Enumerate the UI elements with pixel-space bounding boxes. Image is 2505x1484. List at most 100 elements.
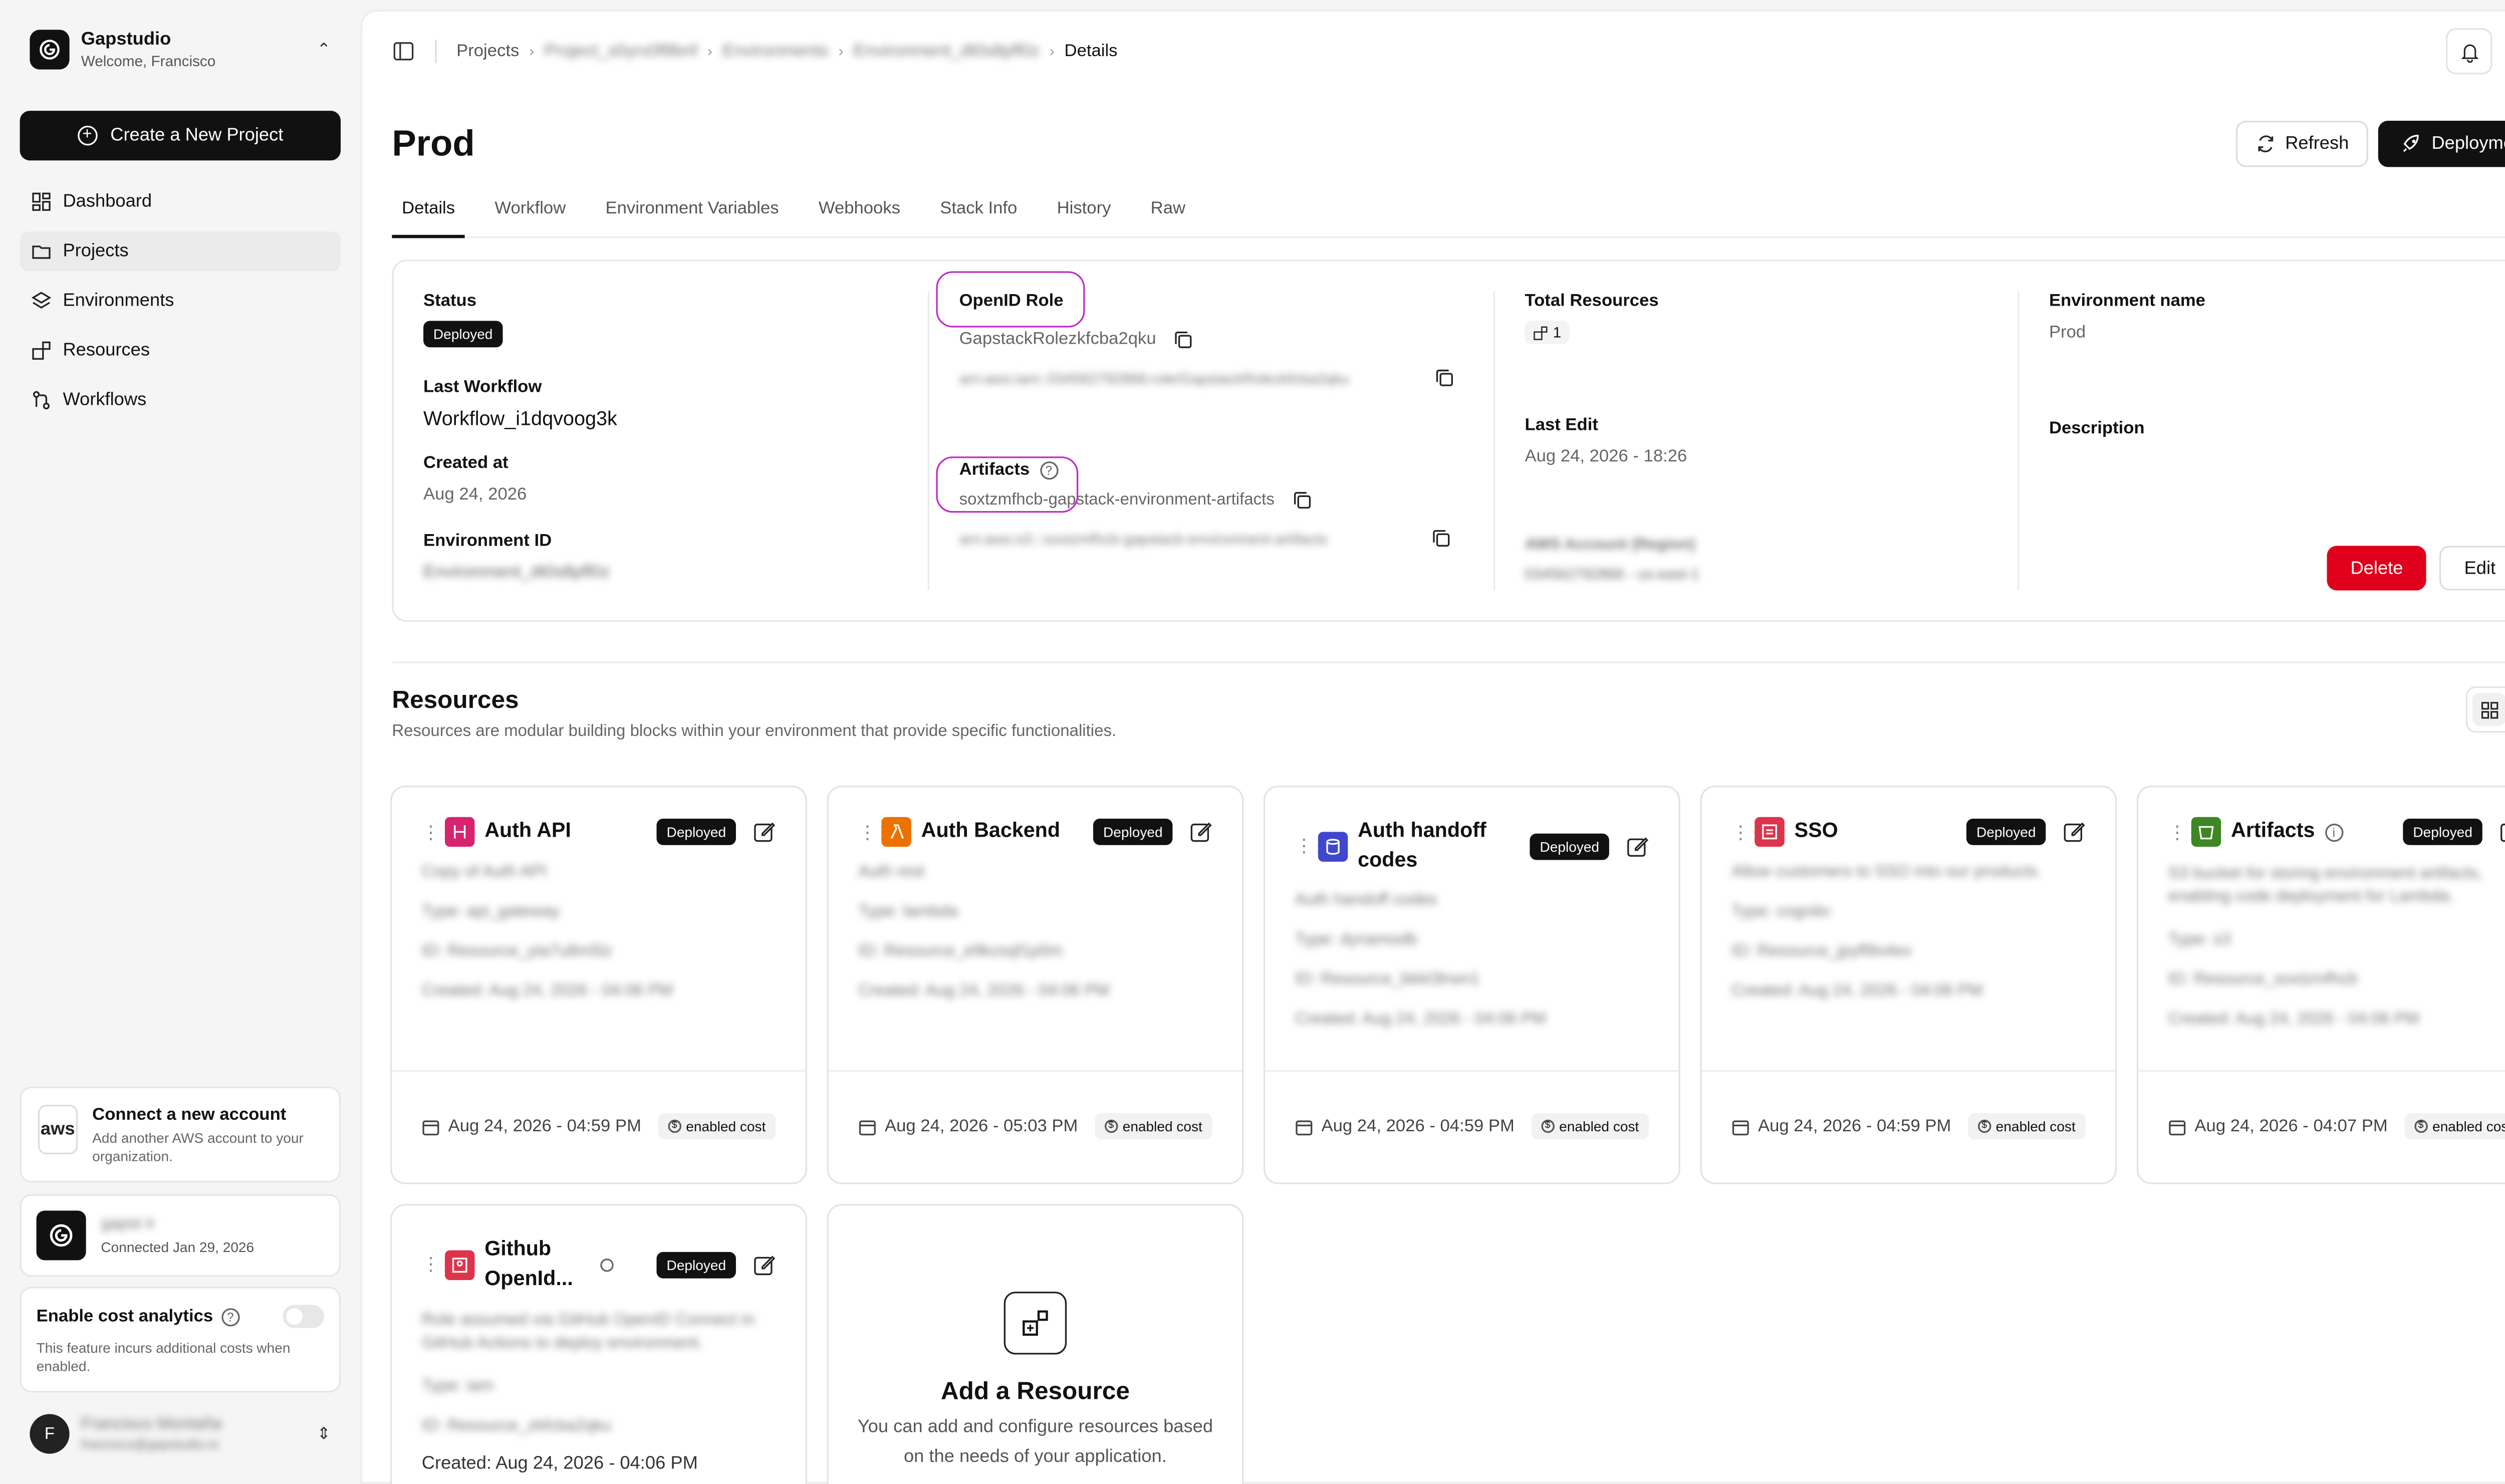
- workspace-switcher[interactable]: Gapstudio Welcome, Francisco ⌃: [20, 0, 341, 99]
- resource-id: ID: Resource_bkkt3lrwn1: [1295, 970, 1480, 989]
- sidebar-nav: Dashboard Projects Environments Resource…: [20, 182, 341, 420]
- status-badge: Deployed: [423, 321, 503, 348]
- resource-card-auth-handoff-codes[interactable]: ⋮⋮ Auth handoff codes Deployed Auth hand…: [1263, 785, 1680, 1184]
- edit-icon[interactable]: [753, 820, 776, 843]
- openid-role-arn: arn:aws:iam::034562792866:role/GapstackR…: [959, 369, 1349, 386]
- drag-handle-icon[interactable]: ⋮⋮: [422, 1254, 455, 1275]
- avatar: F: [30, 1414, 70, 1454]
- add-resource-card[interactable]: Add a Resource You can add and configure…: [827, 1204, 1244, 1484]
- sidebar-item-label: Resources: [63, 341, 150, 361]
- enabled-cost-badge: $ enabled cost: [1094, 1113, 1212, 1140]
- copy-icon[interactable]: [1435, 369, 1453, 387]
- drag-handle-icon[interactable]: ⋮⋮: [1731, 821, 1765, 843]
- environment-name-label: Environment name: [2049, 291, 2205, 311]
- drag-handle-icon[interactable]: ⋮⋮: [858, 821, 891, 843]
- resource-created: Created: Aug 24, 2026 - 04:06 PM: [858, 982, 1110, 1001]
- sidebar-toggle-icon[interactable]: [392, 40, 415, 63]
- help-circle-icon[interactable]: ?: [221, 1307, 239, 1326]
- copy-icon[interactable]: [1293, 490, 1311, 509]
- notifications-button[interactable]: [2446, 28, 2492, 75]
- info-icon[interactable]: [600, 1258, 614, 1271]
- sidebar-item-label: Dashboard: [63, 191, 152, 212]
- status-badge: Deployed: [1530, 833, 1609, 859]
- bell-icon: [2460, 44, 2478, 62]
- tab-history[interactable]: History: [1047, 193, 1121, 238]
- enabled-cost-badge: $ enabled cost: [2404, 1113, 2505, 1140]
- gapstudio-logo-icon: [30, 30, 70, 70]
- copy-icon[interactable]: [1432, 529, 1450, 547]
- breadcrumb-environment[interactable]: Environment_dt0s8pfl0z: [853, 42, 1040, 62]
- edit-icon[interactable]: [2062, 820, 2085, 843]
- breadcrumb-project[interactable]: Project_s0yrx0f8bnf: [544, 42, 697, 62]
- resource-card-auth-backend[interactable]: ⋮⋮ Auth Backend Deployed Auth rest Type:…: [827, 785, 1244, 1184]
- connected-account-card[interactable]: gapst ir Connected Jan 29, 2026: [20, 1194, 341, 1277]
- create-project-button[interactable]: + Create a New Project: [20, 111, 341, 161]
- info-icon[interactable]: i: [2325, 823, 2343, 841]
- delete-button[interactable]: Delete: [2327, 546, 2426, 591]
- tab-raw[interactable]: Raw: [1141, 193, 1195, 238]
- resource-type: Type: cognito: [1731, 903, 1830, 921]
- create-project-label: Create a New Project: [110, 125, 284, 146]
- calendar-icon: [422, 1119, 439, 1135]
- edit-icon[interactable]: [1189, 820, 1212, 843]
- edit-button[interactable]: Edit: [2439, 546, 2505, 591]
- calendar-icon: [859, 1119, 876, 1135]
- status-badge: Deployed: [1093, 818, 1173, 845]
- deployment-button[interactable]: Deployment: [2378, 120, 2505, 167]
- drag-handle-icon[interactable]: ⋮⋮: [2168, 821, 2201, 843]
- section-divider: [392, 661, 2505, 663]
- tab-stack-info[interactable]: Stack Info: [930, 193, 1027, 238]
- resources-title: Resources: [392, 686, 519, 715]
- breadcrumb-environments[interactable]: Environments: [722, 42, 829, 62]
- dollar-icon: $: [667, 1119, 681, 1133]
- aws-account-label: AWS Account (Region): [1525, 535, 1695, 554]
- sidebar-item-workflows[interactable]: Workflows: [20, 380, 341, 420]
- edit-icon[interactable]: [1626, 834, 1649, 857]
- enabled-cost-badge: $ enabled cost: [1531, 1113, 1649, 1140]
- welcome-text: Welcome, Francisco: [81, 53, 216, 70]
- copy-icon[interactable]: [1174, 330, 1192, 348]
- resources-icon: [30, 339, 53, 362]
- dynamodb-icon: [1318, 831, 1348, 861]
- dollar-icon: $: [1977, 1119, 1991, 1133]
- resource-id: ID: Resource_jpyfl9o4ex: [1731, 942, 1912, 961]
- refresh-button[interactable]: Refresh: [2235, 120, 2369, 167]
- drag-handle-icon[interactable]: ⋮⋮: [1295, 835, 1328, 857]
- enabled-cost-badge: $ enabled cost: [658, 1113, 776, 1140]
- tab-environment-variables[interactable]: Environment Variables: [596, 193, 789, 238]
- sidebar-item-resources[interactable]: Resources: [20, 331, 341, 370]
- sidebar-item-projects[interactable]: Projects: [20, 231, 341, 272]
- breadcrumb-projects[interactable]: Projects: [456, 42, 519, 62]
- edit-icon[interactable]: [2499, 820, 2505, 843]
- edit-icon[interactable]: [753, 1253, 776, 1276]
- status-badge: Deployed: [1966, 818, 2046, 845]
- tab-workflow[interactable]: Workflow: [485, 193, 576, 238]
- connect-account-card[interactable]: aws Connect a new account Add another AW…: [20, 1086, 341, 1183]
- resource-card-auth-api[interactable]: ⋮⋮ Auth API Deployed Copy of Auth API Ty…: [390, 785, 807, 1184]
- tab-details[interactable]: Details: [392, 193, 465, 238]
- tab-bar: Details Workflow Environment Variables W…: [392, 193, 2505, 238]
- drag-handle-icon[interactable]: ⋮⋮: [422, 821, 455, 843]
- account-connected-date: Connected Jan 29, 2026: [101, 1239, 255, 1256]
- resource-updated: Aug 24, 2026 - 04:59 PM: [1758, 1116, 1951, 1136]
- grid-view-button[interactable]: [2472, 693, 2505, 726]
- resource-type: Type: iam: [421, 1377, 493, 1396]
- sidebar-item-dashboard[interactable]: Dashboard: [20, 182, 341, 221]
- resource-type: Type: api_gateway: [421, 903, 560, 921]
- tab-webhooks[interactable]: Webhooks: [809, 193, 910, 238]
- lambda-icon: [881, 817, 911, 847]
- last-workflow-value[interactable]: Workflow_i1dqvoog3k: [423, 407, 898, 430]
- dollar-icon: $: [1541, 1119, 1555, 1133]
- resource-name: Auth Backend: [921, 819, 1061, 843]
- resource-id: ID: Resource_yta7u8m5lz: [421, 942, 612, 961]
- cost-analytics-toggle[interactable]: [283, 1305, 324, 1328]
- resource-card-artifacts[interactable]: ⋮⋮ Artifacts i Deployed S3 bucket for st…: [2136, 785, 2505, 1184]
- resource-updated: Aug 24, 2026 - 04:07 PM: [2194, 1116, 2388, 1136]
- resource-card-sso[interactable]: ⋮⋮ SSO Deployed Allow customers to SSO i…: [1700, 785, 2117, 1184]
- user-menu[interactable]: F Francisco Montaña francisco@gapstudio.…: [20, 1409, 341, 1458]
- description-label: Description: [2049, 418, 2145, 438]
- sidebar-item-environments[interactable]: Environments: [20, 281, 341, 321]
- created-at-label: Created at: [423, 453, 509, 473]
- resource-card-github-openid[interactable]: ⋮⋮ Github OpenId... Deployed Role assume…: [390, 1204, 807, 1484]
- status-badge: Deployed: [656, 818, 736, 845]
